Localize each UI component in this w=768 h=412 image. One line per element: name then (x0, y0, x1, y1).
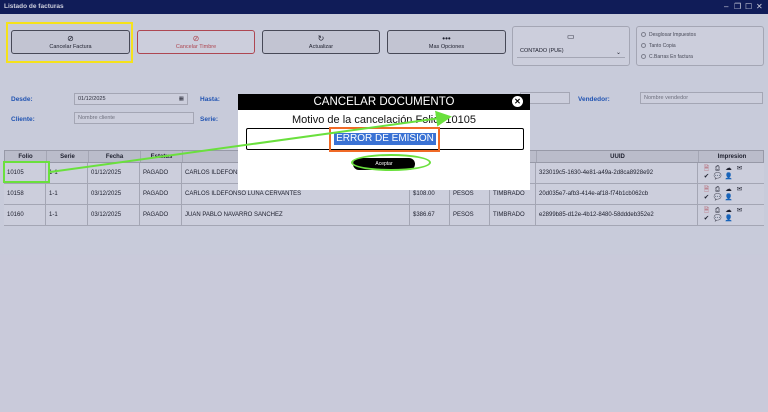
cancel-document-dialog: CANCELAR DOCUMENTO ✕ Motivo de la cancel… (238, 94, 530, 190)
accept-button[interactable]: Aceptar (353, 158, 415, 170)
cancel-reason-select[interactable]: ERROR DE EMISIÓN (246, 128, 524, 150)
cancel-reason-value: ERROR DE EMISIÓN (334, 133, 436, 145)
cancel-reason-prompt: Motivo de la cancelación Folio: 10105 (291, 114, 477, 126)
modal-backdrop (0, 0, 768, 412)
dialog-title: CANCELAR DOCUMENTO (238, 94, 530, 110)
close-icon[interactable]: ✕ (512, 96, 523, 107)
